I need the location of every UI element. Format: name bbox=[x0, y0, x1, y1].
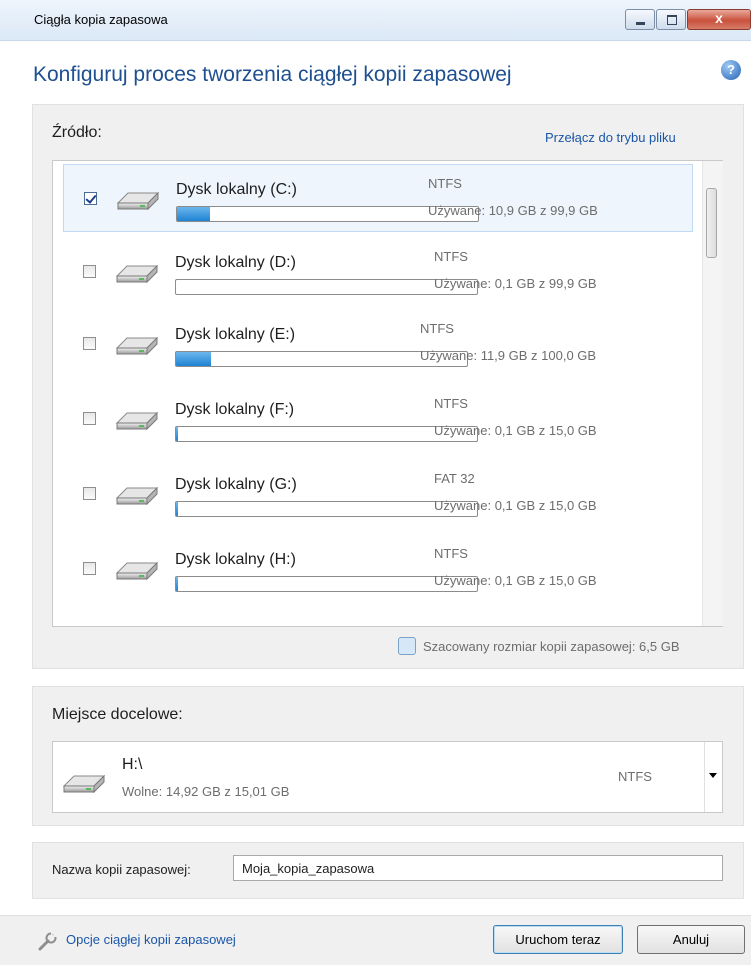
estimated-size-icon bbox=[398, 637, 416, 655]
minimize-button[interactable] bbox=[625, 9, 655, 30]
disk-filesystem: NTFS bbox=[434, 396, 468, 411]
disk-filesystem: NTFS bbox=[420, 321, 454, 336]
disk-row[interactable]: Dysk lokalny (E:) NTFS Używane: 11,9 GB z … bbox=[63, 310, 693, 378]
disk-used-space: Używane: 11,9 GB z 100,0 GB bbox=[420, 348, 596, 363]
window-title: Ciągła kopia zapasowa bbox=[34, 12, 168, 27]
disk-filesystem: NTFS bbox=[434, 249, 468, 264]
hard-drive-icon bbox=[115, 557, 159, 583]
disk-row[interactable]: Dysk lokalny (F:) NTFS Używane: 0,1 GB z 1… bbox=[63, 385, 693, 453]
maximize-icon bbox=[667, 15, 677, 25]
hard-drive-icon bbox=[115, 407, 159, 433]
hard-drive-icon bbox=[115, 482, 159, 508]
destination-free-space: Wolne: 14,92 GB z 15,01 GB bbox=[122, 784, 289, 799]
backup-name-input[interactable] bbox=[233, 855, 723, 881]
continuous-backup-options-link[interactable]: Opcje ciągłej kopii zapasowej bbox=[66, 932, 236, 947]
disk-row[interactable]: Dysk lokalny (G:) FAT 32 Używane: 0,1 GB z… bbox=[63, 460, 693, 528]
scrollbar-thumb[interactable] bbox=[706, 188, 717, 258]
disk-row[interactable]: Dysk lokalny (H:) NTFS Używane: 0,1 GB z 1… bbox=[63, 535, 693, 603]
disk-name: Dysk lokalny (H:) bbox=[175, 551, 296, 569]
disk-usage-bar bbox=[175, 576, 478, 592]
disk-usage-bar bbox=[175, 279, 478, 295]
backup-name-label: Nazwa kopii zapasowej: bbox=[52, 862, 191, 877]
disk-filesystem: NTFS bbox=[434, 546, 468, 561]
disk-name: Dysk lokalny (C:) bbox=[176, 181, 297, 199]
wrench-icon bbox=[36, 930, 58, 952]
disk-filesystem: NTFS bbox=[428, 176, 462, 191]
disk-filesystem: FAT 32 bbox=[434, 471, 475, 486]
close-button[interactable]: x bbox=[687, 9, 751, 30]
chevron-down-icon[interactable] bbox=[709, 773, 717, 778]
disk-row[interactable]: Dysk lokalny (C:) NTFS Używane: 10,9 GB z … bbox=[63, 164, 693, 232]
destination-label: Miejsce docelowe: bbox=[52, 706, 183, 724]
disk-row[interactable]: Dysk lokalny (D:) NTFS Używane: 0,1 GB z 9… bbox=[63, 238, 693, 306]
disk-usage-fill bbox=[176, 502, 178, 516]
disk-name: Dysk lokalny (F:) bbox=[175, 401, 294, 419]
disk-name: Dysk lokalny (E:) bbox=[175, 326, 295, 344]
disk-checkbox[interactable] bbox=[83, 412, 96, 425]
disk-name: Dysk lokalny (D:) bbox=[175, 254, 296, 272]
hard-drive-icon bbox=[115, 332, 159, 358]
disk-checkbox[interactable] bbox=[83, 265, 96, 278]
disk-name: Dysk lokalny (G:) bbox=[175, 476, 297, 494]
disk-used-space: Używane: 0,1 GB z 15,0 GB bbox=[434, 573, 597, 588]
help-icon[interactable]: ? bbox=[721, 60, 741, 80]
source-label: Źródło: bbox=[52, 124, 102, 142]
disk-used-space: Używane: 0,1 GB z 15,0 GB bbox=[434, 498, 597, 513]
disk-usage-fill bbox=[176, 577, 178, 591]
disk-usage-fill bbox=[176, 352, 211, 366]
maximize-button[interactable] bbox=[656, 9, 686, 30]
hard-drive-icon bbox=[115, 260, 159, 286]
estimated-size-text: Szacowany rozmiar kopii zapasowej: 6,5 G… bbox=[423, 639, 680, 654]
disk-checkbox[interactable] bbox=[83, 337, 96, 350]
run-now-button[interactable]: Uruchom teraz bbox=[493, 925, 623, 954]
switch-to-file-mode-link[interactable]: Przełącz do trybu pliku bbox=[545, 130, 676, 145]
cancel-button[interactable]: Anuluj bbox=[637, 925, 745, 954]
disk-used-space: Używane: 0,1 GB z 15,0 GB bbox=[434, 423, 597, 438]
disk-used-space: Używane: 0,1 GB z 99,9 GB bbox=[434, 276, 597, 291]
minimize-icon bbox=[636, 22, 645, 25]
disk-usage-bar bbox=[175, 426, 478, 442]
hard-drive-icon bbox=[62, 770, 106, 796]
hard-drive-icon bbox=[116, 187, 160, 213]
dropdown-divider bbox=[704, 742, 705, 812]
disk-usage-fill bbox=[176, 427, 178, 441]
disk-checkbox[interactable] bbox=[83, 562, 96, 575]
destination-drive: H:\ bbox=[122, 756, 142, 774]
destination-filesystem: NTFS bbox=[618, 769, 652, 784]
close-icon: x bbox=[688, 10, 750, 26]
disk-checkbox[interactable] bbox=[84, 192, 97, 205]
title-bar: Ciągła kopia zapasowa x bbox=[0, 0, 751, 41]
disk-used-space: Używane: 10,9 GB z 99,9 GB bbox=[428, 203, 598, 218]
disk-checkbox[interactable] bbox=[83, 487, 96, 500]
page-title: Konfiguruj proces tworzenia ciągłej kopi… bbox=[33, 63, 512, 87]
disk-usage-fill bbox=[177, 207, 210, 221]
disk-usage-bar bbox=[175, 501, 478, 517]
